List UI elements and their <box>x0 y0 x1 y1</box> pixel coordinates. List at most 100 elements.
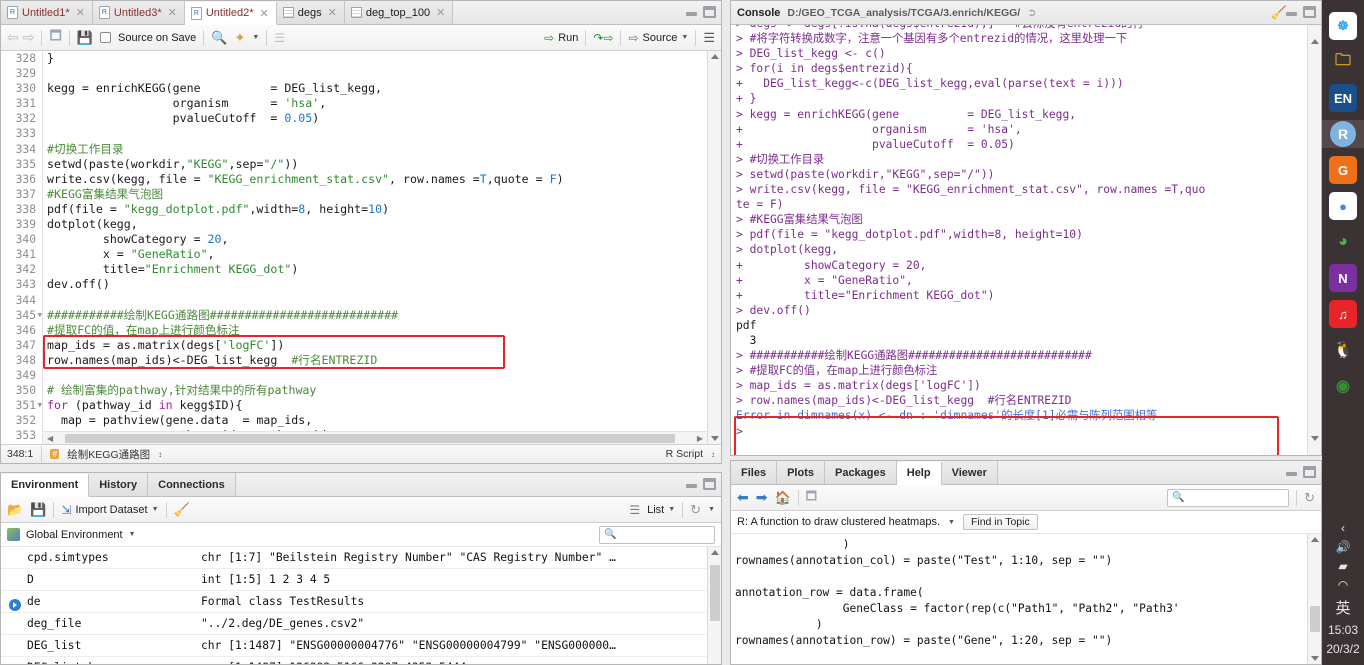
compile-report-icon[interactable]: ☰ <box>274 31 285 45</box>
maximize-icon[interactable] <box>1303 466 1316 478</box>
environment-row[interactable]: deg_file "../2.deg/DE_genes.csv2" <box>1 613 707 635</box>
code-tools-icon[interactable]: ✦ <box>234 30 245 46</box>
source-tab-untitled1[interactable]: R Untitled1* ✕ <box>1 1 93 24</box>
chevron-down-icon[interactable]: ▼ <box>948 519 955 526</box>
chevron-down-icon[interactable]: ▼ <box>152 506 159 513</box>
environment-row[interactable]: de Formal class TestResults <box>1 591 707 613</box>
import-dataset-button[interactable]: ⇲ Import Dataset ▼ <box>61 503 158 517</box>
code-text[interactable]: } kegg = enrichKEGG(gene = DEG_list_kegg,… <box>47 51 707 444</box>
code-line[interactable]: #KEGG富集结果气泡图 <box>47 187 707 202</box>
help-tab-plots[interactable]: Plots <box>777 461 825 484</box>
list-view-icon[interactable]: ☰ <box>629 503 640 517</box>
close-icon[interactable]: ✕ <box>260 7 269 20</box>
popout-icon[interactable]: 🗖 <box>49 27 61 49</box>
open-directory-icon[interactable]: ➲ <box>1027 6 1036 19</box>
source-on-save-checkbox[interactable] <box>100 32 112 43</box>
code-line[interactable]: row.names(map_ids)<-DEG_list_kegg #行名ENT… <box>47 353 707 368</box>
chevron-down-icon[interactable]: ▼ <box>708 506 715 513</box>
help-vertical-scrollbar[interactable] <box>1307 534 1321 664</box>
source-button[interactable]: ⇨ Source ▼ <box>628 31 688 45</box>
section-chevron-icon[interactable]: ↕ <box>158 450 162 459</box>
environment-tab-history[interactable]: History <box>89 473 149 496</box>
source-tab-untitled3[interactable]: R Untitled3* ✕ <box>92 1 185 24</box>
code-line[interactable]: kegg = enrichKEGG(gene = DEG_list_kegg, <box>47 81 707 96</box>
find-in-topic-button[interactable]: Find in Topic <box>962 514 1038 530</box>
load-workspace-icon[interactable]: 📂 <box>7 502 23 518</box>
code-line[interactable]: dev.off() <box>47 277 707 292</box>
code-line[interactable]: map_ids = as.matrix(degs['logFC']) <box>47 338 707 353</box>
code-line[interactable]: organism = 'hsa', <box>47 96 707 111</box>
minimize-icon[interactable] <box>686 479 697 490</box>
code-line[interactable]: title="Enrichment KEGG_dot") <box>47 262 707 277</box>
help-tab-viewer[interactable]: Viewer <box>941 461 998 484</box>
scope-label[interactable]: Global Environment <box>26 529 123 541</box>
back-icon[interactable]: ⇦ <box>7 29 19 46</box>
scroll-down-icon[interactable] <box>1311 436 1319 441</box>
code-line[interactable]: setwd(paste(workdir,"KEGG",sep="/")) <box>47 157 707 172</box>
chevron-down-icon[interactable]: ▼ <box>129 531 136 538</box>
popout-icon[interactable]: 🗖 <box>806 487 817 508</box>
environment-row[interactable]: Dint [1:5] 1 2 3 4 5 <box>1 569 707 591</box>
close-icon[interactable]: ✕ <box>76 6 85 19</box>
source-tab-untitled2[interactable]: R Untitled2* ✕ <box>184 2 277 25</box>
scroll-up-icon[interactable] <box>1311 537 1319 542</box>
view-mode-button[interactable]: List ▼ <box>647 504 675 516</box>
help-tab-help[interactable]: Help <box>896 462 942 485</box>
save-workspace-icon[interactable]: 💾 <box>30 502 46 518</box>
doc-type-chevron-icon[interactable]: ↕ <box>711 450 715 459</box>
minimize-icon[interactable] <box>1286 467 1297 478</box>
scroll-down-icon[interactable] <box>1311 656 1319 661</box>
code-line[interactable]: dotplot(kegg, <box>47 217 707 232</box>
code-line[interactable]: for (pathway_id in kegg$ID){ <box>47 398 707 413</box>
code-line[interactable]: } <box>47 51 707 66</box>
battery-icon[interactable]: ▰ <box>1322 559 1364 573</box>
environment-search-box[interactable]: 🔍 <box>599 525 715 544</box>
wechat-icon[interactable]: ◕ <box>1329 228 1357 256</box>
fold-toggle-icon[interactable]: ▼ <box>38 308 42 323</box>
help-tab-packages[interactable]: Packages <box>824 461 897 484</box>
scroll-up-icon[interactable] <box>711 54 719 59</box>
console-text[interactable]: > degs <- degs[!is.na(degs$entrezid),] #… <box>736 25 1303 439</box>
environment-vertical-scrollbar[interactable] <box>707 547 721 664</box>
code-line[interactable]: showCategory = 20, <box>47 232 707 247</box>
endnote-icon[interactable]: EN <box>1329 84 1357 112</box>
scroll-down-icon[interactable] <box>711 436 719 441</box>
minimize-icon[interactable] <box>686 7 697 18</box>
maximize-icon[interactable] <box>1303 6 1316 18</box>
chevron-down-icon[interactable]: ▼ <box>681 34 688 41</box>
console-output-area[interactable]: > degs <- degs[!is.na(degs$entrezid),] #… <box>731 25 1321 455</box>
search-icon[interactable]: 🔍 <box>211 30 227 46</box>
environment-tab-environment[interactable]: Environment <box>1 474 90 497</box>
source-window-controls[interactable] <box>686 6 716 18</box>
code-line[interactable] <box>47 368 707 383</box>
source-tab-degs[interactable]: degs ✕ <box>276 1 345 24</box>
scroll-up-icon[interactable] <box>1311 39 1319 44</box>
run-button[interactable]: ⇨ Run <box>544 31 578 45</box>
volume-icon[interactable]: 🔊 <box>1322 540 1364 554</box>
clear-objects-broom-icon[interactable]: 🧹 <box>174 502 190 518</box>
environment-object-list[interactable]: cpd.simtypes chr [1:7] "Beilstein Registr… <box>1 547 707 664</box>
expand-icon[interactable] <box>9 599 21 611</box>
code-line[interactable]: pvalueCutoff = 0.05) <box>47 111 707 126</box>
help-search-input[interactable] <box>1187 491 1285 504</box>
refresh-icon[interactable]: ↻ <box>690 502 701 518</box>
help-window-controls[interactable] <box>1286 466 1316 478</box>
environment-window-controls[interactable] <box>686 478 716 490</box>
scroll-up-icon[interactable] <box>711 550 719 555</box>
save-icon[interactable]: 💾 <box>77 30 93 46</box>
maximize-icon[interactable] <box>703 6 716 18</box>
code-line[interactable] <box>47 126 707 141</box>
ime-indicator[interactable]: 英 <box>1322 597 1364 618</box>
console-vertical-scrollbar[interactable] <box>1307 25 1321 455</box>
section-label[interactable]: 绘制KEGG通路图 <box>67 447 150 462</box>
help-tab-files[interactable]: Files <box>731 461 778 484</box>
code-line[interactable]: x = "GeneRatio", <box>47 247 707 262</box>
netease-music-icon[interactable]: ♫ <box>1329 300 1357 328</box>
outline-icon[interactable]: ☰ <box>703 30 715 46</box>
code-line[interactable]: pdf(file = "kegg_dotplot.pdf",width=8, h… <box>47 202 707 217</box>
scroll-right-icon[interactable]: ▶ <box>697 434 703 443</box>
environment-tab-connections[interactable]: Connections <box>148 473 236 496</box>
scroll-left-icon[interactable]: ◀ <box>47 434 53 443</box>
chevron-down-icon[interactable]: ▼ <box>668 506 675 513</box>
close-icon[interactable]: ✕ <box>168 6 177 19</box>
